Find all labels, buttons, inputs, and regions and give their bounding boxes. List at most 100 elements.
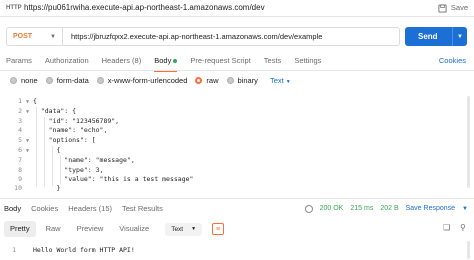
response-size[interactable]: 202 B — [380, 204, 398, 214]
code-line: "options": [ — [33, 136, 96, 145]
code-line: { — [33, 146, 61, 154]
radio-label: none — [21, 75, 38, 85]
radio-circle — [10, 76, 17, 84]
line-number: 1 — [12, 246, 16, 254]
view-visualize[interactable]: Visualize — [113, 221, 155, 237]
line-number: 2 — [18, 106, 22, 115]
chevron-down-icon: ▼ — [50, 33, 56, 40]
code-line: "value": "this is a test message" — [33, 175, 194, 184]
code-line: "name": "message", — [33, 155, 135, 164]
chevron-down-icon: ▼ — [285, 78, 291, 85]
divider — [0, 70, 474, 71]
code-line: "data": { — [33, 106, 77, 115]
request-tabs: Params Authorization Headers (8) Body Pr… — [6, 56, 321, 72]
title-bar: HTTP https://pu061rwiha.execute-api.ap-n… — [0, 0, 474, 17]
tab-test-results[interactable]: Test Results — [122, 204, 163, 214]
radio-circle — [226, 76, 234, 84]
radio-label: binary — [237, 75, 258, 85]
radio-circle-selected — [195, 76, 203, 84]
tab-tests[interactable]: Tests — [264, 56, 282, 68]
line-number: 1 — [18, 97, 22, 105]
radio-form-data[interactable]: form-data — [45, 75, 89, 85]
url-bar: POST ▼ https://jbruzfqxx2.execute-api.ap… — [6, 27, 400, 46]
fold-chevron-icon[interactable]: ▼ — [26, 109, 29, 115]
radio-circle — [45, 76, 53, 84]
tab-headers[interactable]: Headers (8) — [102, 56, 142, 68]
code-line: "name": "echo", — [33, 126, 108, 135]
editor-scrollbar[interactable] — [467, 96, 470, 188]
chevron-down-icon: ▼ — [191, 225, 197, 232]
cookies-link[interactable]: Cookies — [439, 56, 466, 66]
search-icon[interactable]: ⚲ — [460, 224, 468, 232]
line-number: 5 — [18, 136, 22, 145]
radio-circle — [96, 76, 104, 84]
format-label: Text — [171, 225, 184, 233]
view-pretty[interactable]: Pretty — [4, 221, 36, 237]
radio-label: raw — [206, 75, 219, 85]
code-line: } — [33, 185, 61, 192]
body-type-radios: none form-data x-www-form-urlencoded raw… — [10, 74, 291, 86]
radio-x-www-form-urlencoded[interactable]: x-www-form-urlencoded — [96, 75, 188, 85]
globe-icon[interactable] — [304, 205, 313, 213]
response-tabs: Body Cookies Headers (15) Test Results — [4, 204, 163, 214]
response-actions: ❏ ⚲ — [443, 224, 468, 232]
tab-settings[interactable]: Settings — [294, 56, 321, 68]
line-number: 4 — [18, 126, 22, 135]
response-status-bar: 200 OK 215 ms 202 B Save Response ▼ — [304, 204, 468, 214]
response-time[interactable]: 215 ms — [350, 204, 373, 214]
response-view-tabs: Pretty Raw Preview Visualize Text ▼ ≡ — [4, 221, 225, 237]
tab-params[interactable]: Params — [6, 56, 32, 68]
http-request-icon: HTTP — [6, 5, 22, 11]
tab-body[interactable]: Body — [154, 56, 178, 72]
tab-authorization[interactable]: Authorization — [45, 56, 89, 68]
request-title[interactable]: https://pu061rwiha.execute-api.ap-northe… — [24, 3, 265, 13]
format-select[interactable]: Text ▼ — [165, 222, 203, 236]
tab-response-cookies[interactable]: Cookies — [31, 204, 58, 214]
divider — [0, 198, 474, 199]
send-label: Send — [418, 32, 438, 41]
send-button[interactable]: Send ▼ — [405, 27, 467, 46]
radio-label: form-data — [56, 75, 89, 85]
url-input[interactable]: https://jbruzfqxx2.execute-api.ap-northe… — [63, 32, 399, 41]
chevron-down-icon[interactable]: ▼ — [462, 204, 468, 214]
language-select[interactable]: Text ▼ — [270, 76, 291, 85]
view-raw[interactable]: Raw — [40, 221, 67, 237]
fold-chevron-icon[interactable]: ▼ — [26, 138, 29, 144]
radio-none[interactable]: none — [10, 76, 38, 85]
fold-chevron-icon[interactable]: ▼ — [26, 99, 29, 105]
line-number: 9 — [18, 175, 22, 184]
status-code[interactable]: 200 OK — [320, 204, 344, 214]
tab-response-body[interactable]: Body — [4, 204, 21, 214]
response-body-line: Hello World form HTTP API! — [33, 246, 135, 254]
code-line: { — [33, 97, 37, 105]
line-gutter: 1 2 3 4 5 6 7 8 9 10 — [0, 94, 26, 192]
code-line: "id": "123456789", — [33, 116, 120, 125]
line-number: 10 — [14, 185, 22, 192]
wrap-lines-icon[interactable]: ≡ — [212, 223, 225, 235]
copy-icon[interactable]: ❏ — [443, 224, 451, 232]
line-number: 8 — [18, 165, 22, 174]
line-number: 6 — [18, 146, 22, 154]
language-label: Text — [269, 75, 284, 85]
save-response-button[interactable]: Save Response — [406, 204, 455, 214]
line-number: 7 — [18, 155, 22, 164]
response-body-viewer[interactable]: 1 Hello World form HTTP API! — [0, 241, 474, 260]
save-label: Save — [450, 3, 468, 12]
response-scrollbar[interactable] — [467, 241, 470, 259]
fold-chevron-icon[interactable]: ▼ — [26, 148, 29, 154]
chevron-down-icon[interactable]: ▼ — [453, 34, 467, 40]
tab-body-label: Body — [154, 56, 172, 65]
tab-pre-request-script[interactable]: Pre-request Script — [190, 56, 250, 68]
request-body-editor[interactable]: 1 2 3 4 5 6 7 8 9 10 ▼ ▼ ▼ ▼ { "data": {… — [0, 94, 474, 192]
radio-binary[interactable]: binary — [226, 75, 258, 85]
tab-response-headers[interactable]: Headers (15) — [68, 204, 112, 214]
code-line: "type": 3, — [33, 165, 104, 174]
line-number: 3 — [18, 116, 22, 125]
save-button[interactable]: Save — [438, 2, 468, 14]
view-preview[interactable]: Preview — [71, 221, 110, 237]
method-label: POST — [13, 33, 33, 40]
radio-label: x-www-form-urlencoded — [107, 75, 188, 85]
method-select[interactable]: POST ▼ — [7, 28, 63, 45]
radio-raw[interactable]: raw — [195, 75, 219, 85]
modified-dot-icon — [173, 59, 178, 64]
